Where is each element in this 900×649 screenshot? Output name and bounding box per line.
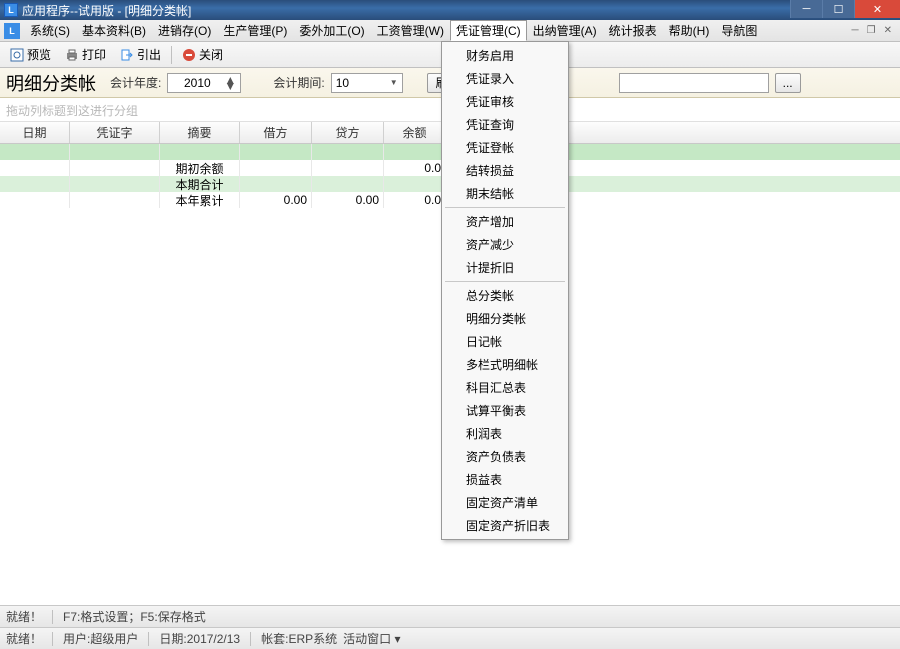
menu-help[interactable]: 帮助(H) [663,20,716,41]
col-debit[interactable]: 借方 [240,122,312,143]
menu-voucher[interactable]: 凭证管理(C) [450,20,527,41]
menu-cash[interactable]: 出纳管理(A) [527,20,603,41]
dropdown-item[interactable]: 资产负债表 [444,445,566,468]
dropdown-item[interactable]: 损益表 [444,468,566,491]
status-separator [52,632,53,646]
col-balance[interactable]: 余额 [384,122,446,143]
dropdown-item[interactable]: 期末结帐 [444,182,566,205]
filter-input[interactable] [619,73,769,93]
dropdown-item[interactable]: 固定资产折旧表 [444,514,566,537]
dropdown-item[interactable]: 计提折旧 [444,256,566,279]
dropdown-item[interactable]: 总分类帐 [444,284,566,307]
status-account: 帐套:ERP系统 [261,630,337,647]
period-label: 会计期间: [273,74,324,91]
voucher-dropdown: 财务启用凭证录入凭证审核凭证查询凭证登帐结转损益期末结帐资产增加资产减少计提折旧… [441,41,569,540]
mdi-restore-button[interactable]: ❐ [867,25,876,36]
export-label: 引出 [137,46,161,63]
status-ready: 就绪！ [6,608,42,625]
mdi-close-button[interactable]: ✕ [884,25,892,36]
menu-bar: L 系统(S) 基本资料(B) 进销存(O) 生产管理(P) 委外加工(O) 工… [0,20,900,42]
export-icon [120,48,134,62]
dropdown-item[interactable]: 凭证录入 [444,67,566,90]
mdi-minimize-button[interactable]: ─ [852,25,859,36]
menu-inventory[interactable]: 进销存(O) [152,20,217,41]
dropdown-item[interactable]: 固定资产清单 [444,491,566,514]
export-button[interactable]: 引出 [114,44,167,65]
dropdown-item[interactable]: 日记帐 [444,330,566,353]
status-separator [52,610,53,624]
print-label: 打印 [82,46,106,63]
close-button[interactable]: ✕ [854,0,900,18]
window-titlebar: L 应用程序--试用版 - [明细分类帐] ─ ☐ ✕ [0,0,900,20]
preview-button[interactable]: 预览 [4,44,57,65]
dropdown-item[interactable]: 凭证查询 [444,113,566,136]
status-bars: 就绪！ F7:格式设置；F5:保存格式 就绪！ 用户:超级用户 日期:2017/… [0,605,900,649]
status-hint: F7:格式设置；F5:保存格式 [63,608,206,625]
dropdown-separator [445,207,565,208]
spinner-arrows-icon[interactable]: ▲▼ [224,77,236,89]
menu-basic[interactable]: 基本资料(B) [76,20,152,41]
status-row-upper: 就绪！ F7:格式设置；F5:保存格式 [0,605,900,627]
window-controls: ─ ☐ ✕ [790,0,900,18]
menu-outsource[interactable]: 委外加工(O) [293,20,370,41]
menubar-app-icon: L [4,23,20,39]
year-spinner[interactable]: 2010 ▲▼ [167,73,241,93]
preview-label: 预览 [27,46,51,63]
menu-stats[interactable]: 统计报表 [603,20,663,41]
col-summary[interactable]: 摘要 [160,122,240,143]
dropdown-item[interactable]: 资产减少 [444,233,566,256]
dropdown-item[interactable]: 凭证审核 [444,90,566,113]
dropdown-item[interactable]: 凭证登帐 [444,136,566,159]
col-credit[interactable]: 贷方 [312,122,384,143]
chevron-down-icon[interactable]: ▼ [390,78,398,87]
dropdown-separator [445,281,565,282]
browse-button[interactable]: ... [775,73,801,93]
dropdown-item[interactable]: 结转损益 [444,159,566,182]
dropdown-item[interactable]: 资产增加 [444,210,566,233]
window-title: 应用程序--试用版 - [明细分类帐] [22,2,191,19]
status-window-menu[interactable]: 活动窗口 ▾ [343,630,400,647]
close-icon [182,48,196,62]
toolbar-separator [171,46,172,64]
minimize-button[interactable]: ─ [790,0,822,18]
print-button[interactable]: 打印 [59,44,112,65]
menu-production[interactable]: 生产管理(P) [217,20,293,41]
dropdown-item[interactable]: 财务启用 [444,44,566,67]
period-value: 10 [336,76,388,90]
year-value: 2010 [172,76,222,90]
close-doc-button[interactable]: 关闭 [176,44,229,65]
page-title: 明细分类帐 [6,70,104,96]
dropdown-item[interactable]: 利润表 [444,422,566,445]
close-label: 关闭 [199,46,223,63]
dropdown-item[interactable]: 多栏式明细帐 [444,353,566,376]
dropdown-item[interactable]: 试算平衡表 [444,399,566,422]
year-label: 会计年度: [110,74,161,91]
status-ready2: 就绪！ [6,630,42,647]
status-date: 日期:2017/2/13 [159,630,240,647]
dropdown-item[interactable]: 科目汇总表 [444,376,566,399]
status-row-lower: 就绪！ 用户:超级用户 日期:2017/2/13 帐套:ERP系统 活动窗口 ▾ [0,627,900,649]
status-user: 用户:超级用户 [63,630,138,647]
col-date[interactable]: 日期 [0,122,70,143]
status-separator [250,632,251,646]
status-separator [148,632,149,646]
preview-icon [10,48,24,62]
period-combo[interactable]: 10 ▼ [331,73,403,93]
col-voucher[interactable]: 凭证字 [70,122,160,143]
dropdown-item[interactable]: 明细分类帐 [444,307,566,330]
menu-nav[interactable]: 导航图 [715,20,763,41]
app-icon: L [4,3,18,17]
print-icon [65,48,79,62]
menu-wage[interactable]: 工资管理(W) [371,20,450,41]
maximize-button[interactable]: ☐ [822,0,854,18]
ellipsis-label: ... [783,76,793,90]
mdi-controls: ─ ❐ ✕ [852,25,898,36]
menu-system[interactable]: 系统(S) [24,20,76,41]
